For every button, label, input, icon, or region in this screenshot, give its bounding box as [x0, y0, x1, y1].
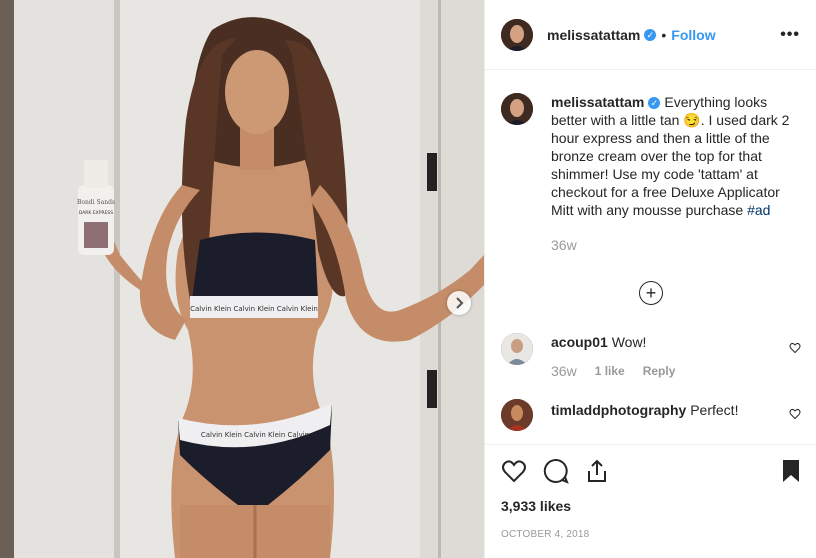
comment-body: Wow!	[611, 334, 647, 350]
post-side-panel: melissatattam ✓ • Follow ••• melissatatt…	[484, 0, 816, 558]
smirk-emoji-icon: 😏	[683, 112, 701, 128]
save-button[interactable]	[781, 459, 801, 483]
share-upload-icon	[588, 459, 606, 482]
next-image-button[interactable]	[447, 291, 471, 315]
heart-outline-icon	[789, 342, 801, 354]
brief-band-text: Calvin Klein Calvin Klein Calvin	[201, 431, 309, 439]
hashtag-link[interactable]: #ad	[747, 202, 770, 218]
comment-age[interactable]: 36w	[551, 363, 577, 379]
avatar-image	[501, 333, 533, 365]
comment-bubble-icon	[543, 458, 569, 484]
comment-button[interactable]	[543, 458, 569, 484]
bookmark-icon	[783, 460, 799, 482]
post-date[interactable]: OCTOBER 4, 2018	[501, 529, 801, 540]
chevron-right-icon	[456, 297, 464, 309]
comment-username[interactable]: timladdphotography	[551, 402, 686, 418]
post-photo[interactable]: Bondi Sands DARK EXPRESS Calvin Klein Ca…	[0, 0, 484, 558]
caption-text: melissatattam ✓ Everything looks better wi…	[551, 93, 791, 219]
reply-button[interactable]: Reply	[643, 364, 676, 378]
like-button[interactable]	[501, 459, 527, 483]
avatar-image	[501, 18, 533, 51]
avatar-image	[501, 93, 533, 125]
avatar-image	[501, 399, 533, 431]
commenter-avatar[interactable]	[501, 333, 533, 365]
more-options-icon[interactable]: •••	[780, 26, 800, 44]
heart-outline-icon	[789, 408, 801, 420]
verified-badge-icon: ✓	[644, 28, 657, 41]
author-avatar[interactable]	[501, 18, 533, 51]
comment-like-heart-icon[interactable]	[789, 407, 801, 425]
share-button[interactable]	[585, 459, 609, 483]
caption-username[interactable]: melissatattam	[551, 94, 644, 110]
comment-meta: 36w 1 like Reply	[551, 363, 791, 379]
photo-illustration: Bondi Sands DARK EXPRESS Calvin Klein Ca…	[0, 0, 484, 558]
comment-text: acoup01 Wow!	[551, 333, 791, 351]
comments-list[interactable]: melissatattam ✓ Everything looks better wi…	[485, 71, 816, 443]
bottle-label-top: Bondi Sands	[77, 199, 115, 206]
post-actions: 3,933 likes OCTOBER 4, 2018	[485, 444, 816, 558]
heart-icon	[502, 460, 526, 483]
caption-age[interactable]: 36w	[551, 237, 791, 253]
comment-text: timladdphotography Perfect!	[551, 399, 791, 419]
verified-badge-icon: ✓	[648, 97, 661, 110]
commenter-avatar[interactable]	[501, 399, 533, 431]
follow-button[interactable]: Follow	[671, 27, 715, 43]
comment-username[interactable]: acoup01	[551, 334, 608, 350]
post-header: melissatattam ✓ • Follow •••	[485, 0, 816, 70]
bottle-label-mid: DARK EXPRESS	[79, 210, 113, 216]
caption-avatar[interactable]	[501, 93, 533, 125]
comment-row: timladdphotography Perfect!	[501, 399, 801, 431]
action-bar	[501, 445, 801, 497]
load-more-comments-button[interactable]: +	[639, 281, 663, 305]
caption-row: melissatattam ✓ Everything looks better wi…	[501, 93, 801, 253]
separator-dot: •	[661, 26, 667, 43]
likes-count[interactable]: 3,933 likes	[501, 498, 801, 514]
comment-likes[interactable]: 1 like	[595, 364, 625, 378]
comment-body: Perfect!	[690, 402, 739, 418]
author-username[interactable]: melissatattam	[547, 27, 640, 43]
comment-like-heart-icon[interactable]	[789, 341, 801, 359]
comment-row: acoup01 Wow! 36w 1 like Reply	[501, 333, 801, 379]
bra-band-text: Calvin Klein Calvin Klein Calvin Klein	[190, 305, 318, 313]
